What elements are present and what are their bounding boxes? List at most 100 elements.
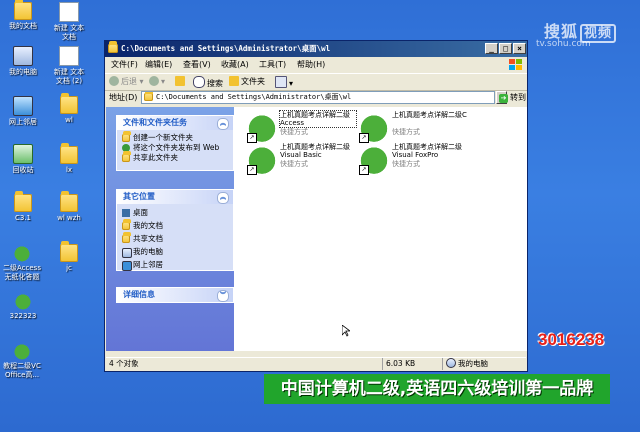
desktop-icon-label: C3.1 [14,214,32,222]
views-icon [275,76,287,88]
my-computer-icon [446,358,456,368]
explorer-window: C:\Documents and Settings\Administrator\… [104,40,528,372]
menu-favorites[interactable]: 收藏(A) [221,58,249,72]
frog-shortcut-icon [13,342,31,360]
desktop-icon [122,209,130,217]
file-name: 上机真题考点详解二级Visual FoxPro [392,143,462,159]
menu-file[interactable]: 文件(F) [111,58,138,72]
desktop-icon-label: jc [66,264,72,272]
minimize-button[interactable]: _ [485,43,498,54]
folder-icon [60,191,78,212]
file-tasks-panel: 文件和文件夹任务 ︽ 创建一个新文件夹 将这个文件夹发布到 Web 共享此文件夹 [116,115,234,171]
desktop-icon-my-computer[interactable]: 我的电脑 [6,46,40,77]
expand-chevron-icon[interactable]: ︾ [217,290,229,302]
details-title: 详细信息 [123,290,155,299]
collapse-chevron-icon[interactable]: ︽ [217,192,229,204]
place-my-computer[interactable]: 我的电脑 [117,247,233,258]
task-publish-web[interactable]: 将这个文件夹发布到 Web [117,143,233,153]
file-tasks-header[interactable]: 文件和文件夹任务 ︽ [117,116,233,130]
phone-number: 3016238 [538,330,605,349]
back-button[interactable]: 后退 ▾ [109,76,144,88]
up-folder-icon [175,76,185,86]
network-icon [122,261,132,271]
address-bar: 地址(D) C:\Documents and Settings\Administ… [105,90,527,106]
promo-banner: 中国计算机二级,英语四六级培训第一品牌 [264,374,610,404]
shortcut-arrow-icon: ↗ [359,165,369,175]
place-label: 共享文档 [133,234,163,243]
file-item[interactable]: ↗ 上机真题考点详解二级Access 快捷方式 [246,110,357,147]
desktop-icon-folder-wl[interactable]: wl [52,93,86,125]
go-label: 转到 [510,93,526,102]
shortcut-arrow-icon: ↗ [359,133,369,143]
my-documents-icon [122,219,131,230]
desktop-icon-vc-office[interactable]: 教程二级VC Office高... [0,342,44,380]
desktop-icon-label: 新建 文本文档 [53,24,85,41]
place-label: 桌面 [133,208,148,217]
place-shared-documents[interactable]: 共享文档 [117,232,233,244]
go-button[interactable]: ➔ 转到 [499,92,526,103]
folders-button[interactable]: 文件夹 [229,76,265,88]
desktop-icon-recycle-bin[interactable]: 回收站 [6,144,40,175]
desktop-icon-folder-wl-wzh[interactable]: wl wzh [52,191,86,223]
watermark-url: tv.sohu.com [536,39,591,49]
folder-icon [108,41,118,53]
address-input[interactable]: C:\Documents and Settings\Administrator\… [141,91,495,104]
status-size: 6.03 KB [382,358,415,370]
desktop-icon-label: 网上邻居 [9,118,37,126]
shortcut-arrow-icon: ↗ [247,133,257,143]
close-button[interactable]: × [513,43,526,54]
desktop-icon-folder-c31[interactable]: C3.1 [6,191,40,223]
forward-button[interactable]: ▾ [149,76,165,88]
desktop-icon-network[interactable]: 网上邻居 [6,96,40,127]
details-header[interactable]: 详细信息 ︾ [117,288,233,302]
place-network[interactable]: 网上邻居 [117,260,233,271]
desktop-icon-label: 回收站 [12,166,34,174]
maximize-button[interactable]: □ [499,43,512,54]
place-label: 我的电脑 [133,247,163,256]
desktop-icon-322323[interactable]: 322323 [6,292,40,321]
task-share-folder[interactable]: 共享此文件夹 [117,151,233,163]
desktop-icon-folder-lx[interactable]: lx [52,143,86,175]
up-folder-button[interactable] [175,76,187,88]
frog-icon [14,292,32,310]
place-label: 我的文档 [133,221,163,230]
desktop-icon-text-doc-2[interactable]: 新建 文本文档 (2) [52,46,86,86]
folder-icon [14,191,32,212]
desktop-icon-folder-jc[interactable]: jc [52,241,86,273]
my-computer-icon [13,46,33,66]
place-label: 网上邻居 [133,260,163,269]
status-location: 我的电脑 [442,358,488,370]
network-icon [13,96,33,116]
desktop-icon-my-documents[interactable]: 我的文档 [6,0,40,31]
file-item[interactable]: ↗ 上机真题考点详解二级Visual Basic 快捷方式 [246,143,356,179]
file-item[interactable]: ↗ 上机真题考点详解二级Visual FoxPro 快捷方式 [358,143,468,179]
other-places-header[interactable]: 其它位置 ︽ [117,190,233,204]
title-bar[interactable]: C:\Documents and Settings\Administrator\… [105,41,527,57]
share-folder-icon [122,151,131,162]
menu-tools[interactable]: 工具(T) [259,58,286,72]
search-label: 搜索 [207,79,223,88]
file-item[interactable]: ↗ 上机真题考点详解二级C 快捷方式 [358,111,468,147]
file-type: 快捷方式 [392,160,420,168]
file-type: 快捷方式 [280,160,308,168]
collapse-chevron-icon[interactable]: ︽ [217,118,229,130]
toolbar: 后退 ▾ ▾ 搜索 文件夹 ▾ [105,73,527,91]
file-name: 上机真题考点详解二级C [392,111,467,119]
task-label: 创建一个新文件夹 [133,133,193,142]
search-button[interactable]: 搜索 [193,76,223,90]
place-my-documents[interactable]: 我的文档 [117,219,233,231]
file-view[interactable]: ↗ 上机真题考点详解二级Access 快捷方式 ↗ 上机真题考点详解二级C 快捷… [234,107,527,351]
views-button[interactable]: ▾ [275,76,293,90]
task-new-folder[interactable]: 创建一个新文件夹 [117,131,233,143]
file-name: 上机真题考点详解二级Visual Basic [280,143,350,159]
menu-view[interactable]: 查看(V) [183,58,211,72]
desktop-icon-text-doc[interactable]: 新建 文本文档 [52,2,86,42]
address-value: C:\Documents and Settings\Administrator\… [156,93,352,101]
place-desktop[interactable]: 桌面 [117,208,233,218]
menu-edit[interactable]: 编辑(E) [145,58,172,72]
shortcut-arrow-icon: ↗ [247,165,257,175]
folder-icon [60,143,78,164]
menu-help[interactable]: 帮助(H) [297,58,325,72]
go-arrow-icon: ➔ [499,94,508,103]
desktop-icon-access-exam[interactable]: 二级Access无纸化答题 [0,244,44,282]
